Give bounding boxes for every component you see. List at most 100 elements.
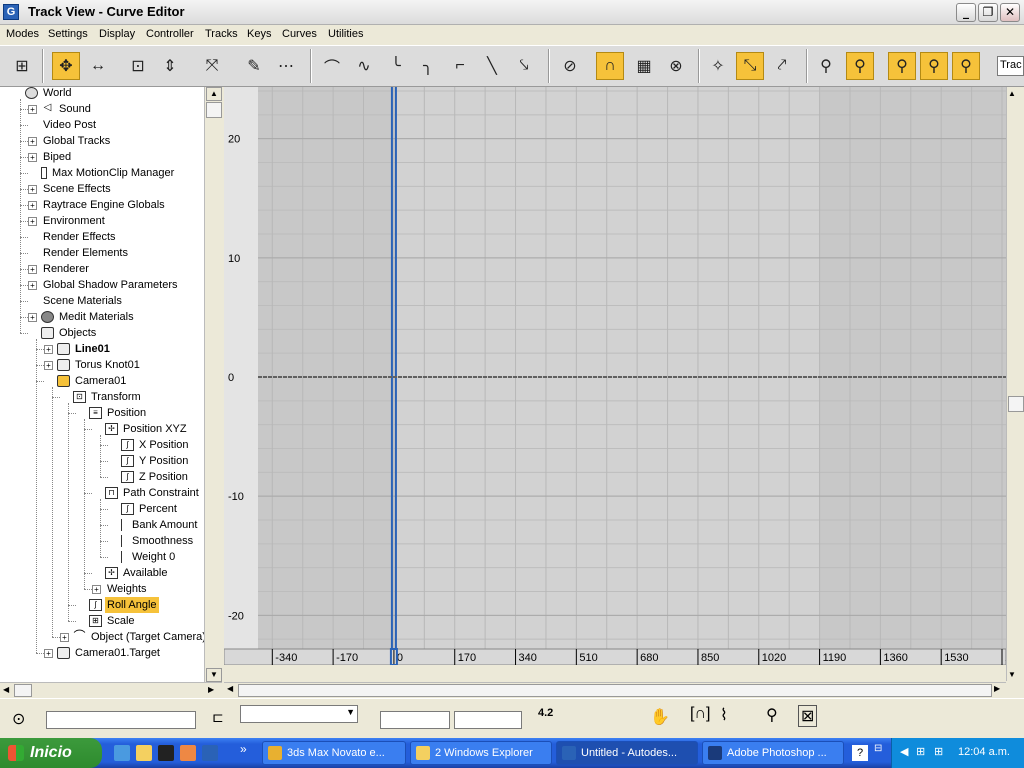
menu-settings[interactable]: Settings [48, 28, 88, 40]
network-icon-2[interactable]: ⊞ [934, 745, 943, 758]
clock[interactable]: 12:04 a.m. [958, 746, 1010, 758]
curve-hscrollbar[interactable]: ◀ ▶ [224, 682, 1006, 698]
expand-icon[interactable]: + [28, 280, 37, 290]
biped-x-icon[interactable]: ⚲ [846, 52, 874, 80]
hscroll-thumb[interactable] [238, 684, 992, 697]
restore-button[interactable]: ❐ [978, 3, 998, 22]
menu-controller[interactable]: Controller [146, 28, 194, 40]
tree-item[interactable]: ⊞ Scale [76, 613, 137, 629]
scroll-thumb[interactable] [206, 102, 222, 118]
tree-item[interactable]: + Raytrace Engine Globals [28, 197, 167, 213]
tree-item[interactable]: + ⌒ Object (Target Camera) [60, 629, 208, 645]
expand-icon[interactable]: + [92, 584, 101, 594]
tree-item[interactable]: + Environment [28, 213, 107, 229]
tree-item[interactable]: Camera01 [44, 373, 128, 389]
expand-icon[interactable]: + [28, 136, 37, 146]
expand-icon[interactable]: + [44, 344, 53, 354]
tree-item[interactable]: + Renderer [28, 261, 91, 277]
zoom-horizontal-extents-icon[interactable]: [∩] [690, 705, 710, 723]
curve-graph[interactable]: 20100-10-20-340 -170 0 170 340 510 680 850 1020 1… [224, 87, 1006, 665]
cmd-icon[interactable] [158, 745, 174, 761]
language-icon[interactable]: ⊟ [874, 743, 882, 754]
expand-icon[interactable]: + [28, 152, 37, 162]
tree-item[interactable]: ✢ Available [92, 565, 169, 581]
tree-item[interactable]: ≡ Position [76, 405, 148, 421]
filter-abc-icon[interactable]: ⊏ [212, 709, 224, 726]
tangent-fast-icon[interactable]: ╰ [382, 52, 410, 80]
scroll-up-icon[interactable]: ▲ [1008, 89, 1016, 98]
tree-hscrollbar[interactable]: ◀ ▶ [0, 682, 222, 698]
biped-xyz-icon[interactable]: ⚲ [952, 52, 980, 80]
minimize-button[interactable]: _ [956, 3, 976, 22]
tree-item[interactable]: + Torus Knot01 [44, 357, 142, 373]
tree-item[interactable]: + Medit Materials [28, 309, 136, 325]
menu-keys[interactable]: Keys [247, 28, 271, 40]
selection-dropdown[interactable]: ▼ [240, 705, 358, 723]
scale-keys-icon[interactable]: ⊡ [124, 52, 152, 80]
tray-arrow-icon[interactable]: ◀ [900, 745, 908, 758]
tree-item[interactable]: ⊡ Transform [60, 389, 143, 405]
expand-icon[interactable]: + [44, 360, 53, 370]
curve-vscrollbar[interactable]: ▲ ▼ [1006, 87, 1024, 681]
tree-item[interactable]: Video Post [28, 117, 98, 133]
menu-modes[interactable]: Modes [6, 28, 39, 40]
add-keys-icon[interactable]: ⤧ [198, 52, 226, 80]
menu-display[interactable]: Display [99, 28, 135, 40]
tangent-auto-icon[interactable]: ⌒ [318, 52, 346, 80]
help-icon[interactable]: ? [852, 745, 868, 761]
scroll-up-icon[interactable]: ▲ [206, 87, 222, 101]
show-all-tangents-icon[interactable]: ⤡ [736, 52, 764, 80]
zoom-value-extents-icon[interactable]: ⌇ [720, 705, 728, 725]
menu-curves[interactable]: Curves [282, 28, 317, 40]
tree-item[interactable]: + Global Shadow Parameters [28, 277, 180, 293]
biped-icon[interactable]: ⚲ [812, 52, 840, 80]
expand-icon[interactable]: + [60, 632, 69, 642]
expand-icon[interactable]: + [28, 264, 37, 274]
menu-tracks[interactable]: Tracks [205, 28, 238, 40]
tree-item[interactable]: + Weights [92, 581, 149, 597]
lock-tangents-icon[interactable]: ⊘ [556, 52, 584, 80]
tree-item[interactable]: Objects [28, 325, 98, 341]
expand-icon[interactable]: + [28, 200, 37, 210]
tangent-step-icon[interactable]: ⌐ [446, 52, 474, 80]
biped-z-icon[interactable]: ⚲ [920, 52, 948, 80]
show-tangents-icon[interactable]: ✧ [704, 52, 732, 80]
task-chrome[interactable]: 3ds Max Novato e... [262, 741, 406, 765]
scroll-down-icon[interactable]: ▼ [206, 668, 222, 682]
track-name-input[interactable] [46, 711, 196, 729]
curve-editor-canvas[interactable]: 20 10 0 -10 -20 -340 -170 0 170 340 510 680 850 1020 1… [224, 87, 1006, 665]
close-button[interactable]: ✕ [1000, 3, 1020, 22]
tree-item[interactable]: + Global Tracks [28, 133, 112, 149]
slide-keys-icon[interactable]: ↔ [84, 52, 112, 80]
frame-field[interactable] [380, 711, 450, 729]
tangent-linear-icon[interactable]: ╲ [478, 52, 506, 80]
tangent-smooth-icon[interactable]: ⤥ [510, 52, 538, 80]
expand-icon[interactable]: + [28, 312, 37, 322]
task-explorer[interactable]: 2 Windows Explorer [410, 741, 552, 765]
chrome-icon[interactable] [180, 745, 196, 761]
snap-frames-icon[interactable]: ∩ [596, 52, 624, 80]
expand-icon[interactable]: + [28, 216, 37, 226]
tree-item[interactable]: Bank Amount [108, 517, 199, 533]
tangent-custom-icon[interactable]: ∿ [350, 52, 378, 80]
tree-item[interactable]: Render Effects [28, 229, 118, 245]
tree-item[interactable]: Weight 0 [108, 549, 177, 565]
vscroll-thumb[interactable] [1008, 396, 1024, 412]
folder-icon[interactable] [136, 745, 152, 761]
scroll-left-icon[interactable]: ◀ [3, 685, 9, 694]
scroll-down-icon[interactable]: ▼ [1008, 670, 1016, 679]
expand-icon[interactable]: + [44, 648, 53, 658]
pan-hand-icon[interactable]: ✋ [650, 707, 670, 727]
zoom-to-selected-icon[interactable]: ⊙ [12, 709, 25, 729]
filters-icon[interactable]: ⊞ [8, 52, 36, 80]
app-icon[interactable]: G [3, 4, 19, 20]
tree-item[interactable]: ∫ Roll Angle [76, 597, 159, 613]
tree-scrollbar[interactable]: ▲ ▼ [204, 87, 222, 682]
expand-icon[interactable]: + [28, 184, 37, 194]
max-icon[interactable] [202, 745, 218, 761]
tree-item[interactable]: + ◁ Sound [28, 101, 93, 117]
lock-selection-icon[interactable]: ⤤ [768, 52, 796, 80]
draw-curves-icon[interactable]: ✎ [240, 52, 268, 80]
reduce-keys-icon[interactable]: ⋯ [272, 52, 300, 80]
zoom-icon[interactable]: ⚲ [766, 705, 778, 725]
